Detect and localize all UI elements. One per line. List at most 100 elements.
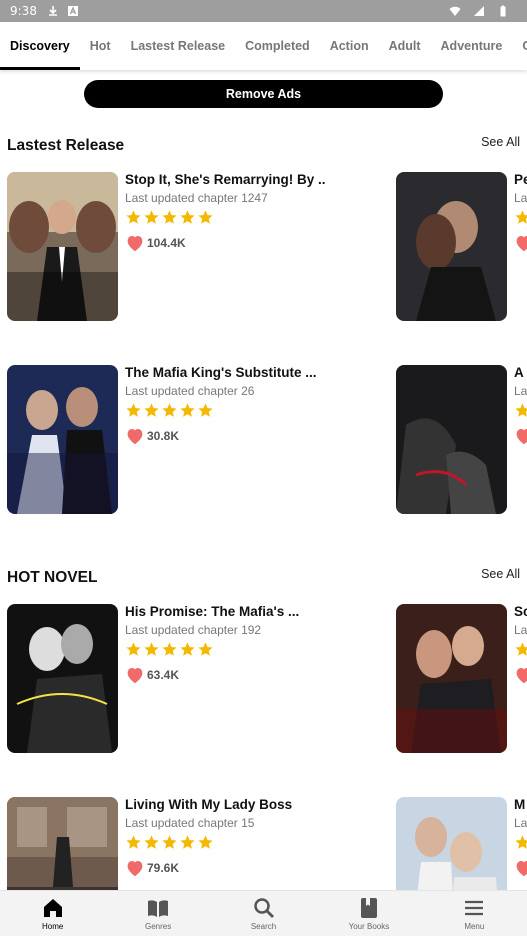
bookmark-book-icon [360,898,377,918]
book-card[interactable]: Stop It, She's Remarrying! By ... Last u… [7,172,387,321]
book-cover[interactable] [396,797,507,890]
nav-label: Home [42,922,64,931]
rating-stars [125,834,214,851]
book-title[interactable]: M [514,797,527,812]
book-title[interactable]: Pe [514,172,527,187]
star-icon [162,642,177,656]
book-chapter: Last updated chapter 192 [125,623,262,637]
nav-your-books[interactable]: Your Books [316,891,421,936]
star-icon [180,403,195,417]
star-icon [126,642,141,656]
heart-icon [127,236,143,252]
star-icon [144,642,159,656]
tab-discovery[interactable]: Discovery [0,22,80,70]
tab-adventure[interactable]: Adventure [431,22,513,70]
tab-hot[interactable]: Hot [80,22,121,70]
see-all-lastest-release[interactable]: See All [481,135,520,149]
nav-home[interactable]: Home [0,891,105,936]
rating-stars [514,402,527,419]
book-cover[interactable] [396,172,507,321]
book-likes [514,666,527,684]
heart-icon [516,668,527,684]
rating-stars [125,209,214,226]
star-icon [515,642,527,656]
book-likes: 79.6K [125,859,179,877]
tab-adult[interactable]: Adult [379,22,431,70]
nav-menu[interactable]: Menu [422,891,527,936]
rating-stars [125,402,214,419]
book-card[interactable]: The Mafia King's Substitute ... Last upd… [7,365,387,514]
tab-completed[interactable]: Completed [235,22,320,70]
star-icon [162,835,177,849]
heart-icon [127,668,143,684]
book-title[interactable]: Stop It, She's Remarrying! By ... [125,172,325,187]
book-card[interactable]: A La [396,365,527,514]
book-open-icon [148,900,169,917]
heart-icon [516,861,527,877]
cover-image [396,365,507,514]
book-title[interactable]: A [514,365,527,380]
cover-image [396,797,507,890]
star-icon [180,210,195,224]
book-cover[interactable] [396,604,507,753]
book-card[interactable]: Sc La [396,604,527,753]
book-card[interactable]: Pe La [396,172,527,321]
book-cover[interactable] [7,604,118,753]
book-card[interactable]: M La [396,797,527,890]
star-icon [126,210,141,224]
star-icon [198,210,213,224]
heart-icon [127,861,143,877]
rating-stars [125,641,214,658]
rating-stars [514,641,527,658]
tab-ceo[interactable]: CEO [512,22,527,70]
heart-icon [516,429,527,445]
star-icon [144,210,159,224]
star-icon [144,835,159,849]
status-bar: 9:38 [0,0,527,22]
book-cover[interactable] [7,172,118,321]
heart-icon [127,429,143,445]
book-title[interactable]: His Promise: The Mafia's ... [125,604,325,619]
tab-lastest-release[interactable]: Lastest Release [121,22,236,70]
book-chapter: La [514,623,527,637]
book-likes: 63.4K [125,666,179,684]
book-likes [514,234,527,252]
star-icon [180,835,195,849]
heart-icon [516,236,527,252]
star-icon [198,403,213,417]
book-cover[interactable] [7,365,118,514]
cover-image [396,172,507,321]
book-cover[interactable] [396,365,507,514]
home-icon [43,899,62,917]
book-chapter: La [514,816,527,830]
see-all-hot-novel[interactable]: See All [481,567,520,581]
remove-ads-button[interactable]: Remove Ads [84,80,443,108]
cover-image [7,365,118,514]
likes-count: 79.6K [147,861,180,875]
book-likes [514,427,527,445]
star-icon [162,210,177,224]
tab-action[interactable]: Action [320,22,379,70]
book-title[interactable]: Sc [514,604,527,619]
bottom-navigation: Home Genres Search Your Books Menu [0,890,527,936]
cover-image [396,604,507,753]
nav-genres[interactable]: Genres [105,891,210,936]
nav-search[interactable]: Search [211,891,316,936]
book-cover[interactable] [7,797,118,890]
book-title[interactable]: Living With My Lady Boss [125,797,325,812]
book-likes: 104.4K [125,234,186,252]
book-title[interactable]: The Mafia King's Substitute ... [125,365,325,380]
book-card[interactable]: Living With My Lady Boss Last updated ch… [7,797,387,890]
section-title-hot-novel: HOT NOVEL [7,569,98,586]
book-chapter: Last updated chapter 1247 [125,191,268,205]
book-card[interactable]: His Promise: The Mafia's ... Last update… [7,604,387,753]
likes-count: 63.4K [147,668,180,682]
book-chapter: La [514,191,527,205]
cover-image [7,604,118,753]
download-icon [48,6,57,16]
star-icon [126,835,141,849]
nav-label: Genres [144,922,172,931]
menu-icon [465,900,484,916]
star-icon [126,403,141,417]
book-likes: 30.8K [125,427,179,445]
